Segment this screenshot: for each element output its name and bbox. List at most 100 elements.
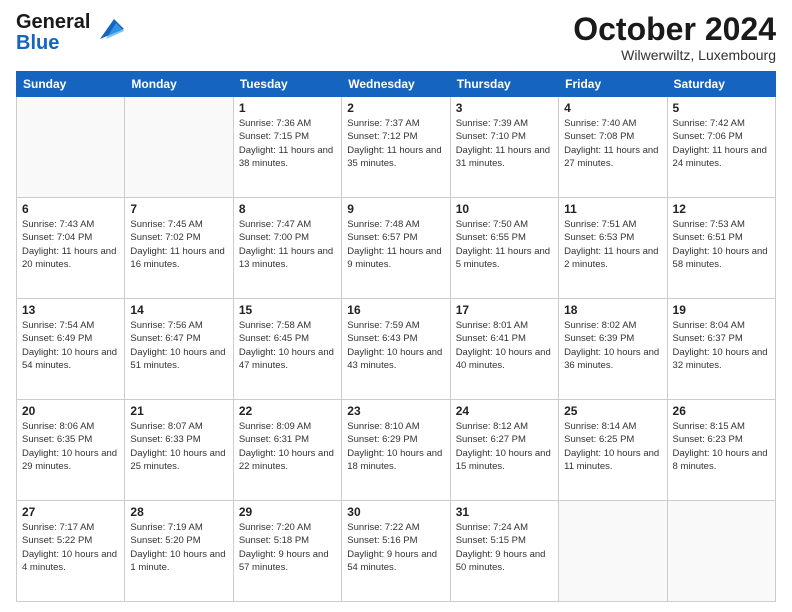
cell-4-3: 22 Sunrise: 8:09 AM Sunset: 6:31 PM Dayli… [233,400,341,501]
cell-2-1: 6 Sunrise: 7:43 AM Sunset: 7:04 PM Daylig… [17,198,125,299]
day-info: Sunrise: 8:02 AM Sunset: 6:39 PM Dayligh… [564,319,661,372]
cell-4-6: 25 Sunrise: 8:14 AM Sunset: 6:25 PM Dayli… [559,400,667,501]
col-header-sunday: Sunday [17,72,125,97]
day-info: Sunrise: 7:22 AM Sunset: 5:16 PM Dayligh… [347,521,444,574]
cell-4-1: 20 Sunrise: 8:06 AM Sunset: 6:35 PM Dayli… [17,400,125,501]
day-info: Sunrise: 7:48 AM Sunset: 6:57 PM Dayligh… [347,218,444,271]
day-info: Sunrise: 7:19 AM Sunset: 5:20 PM Dayligh… [130,521,227,574]
day-info: Sunrise: 7:53 AM Sunset: 6:51 PM Dayligh… [673,218,770,271]
day-number: 24 [456,404,553,418]
day-info: Sunrise: 7:40 AM Sunset: 7:08 PM Dayligh… [564,117,661,170]
day-number: 3 [456,101,553,115]
header: General Blue October 2024 Wilwerwiltz, L… [16,12,776,63]
week-row-1: 1Sunrise: 7:36 AM Sunset: 7:15 PM Daylig… [17,97,776,198]
cell-3-6: 18 Sunrise: 8:02 AM Sunset: 6:39 PM Dayli… [559,299,667,400]
location: Wilwerwiltz, Luxembourg [573,47,776,63]
cell-1-6: 4 Sunrise: 7:40 AM Sunset: 7:08 PM Daylig… [559,97,667,198]
logo-icon [92,15,124,43]
cell-2-4: 9 Sunrise: 7:48 AM Sunset: 6:57 PM Daylig… [342,198,450,299]
day-info: Sunrise: 8:09 AM Sunset: 6:31 PM Dayligh… [239,420,336,473]
day-info: Sunrise: 7:24 AM Sunset: 5:15 PM Dayligh… [456,521,553,574]
calendar-table: SundayMondayTuesdayWednesdayThursdayFrid… [16,71,776,602]
cell-5-1: 27Sunrise: 7:17 AM Sunset: 5:22 PM Dayli… [17,501,125,602]
cell-5-3: 29Sunrise: 7:20 AM Sunset: 5:18 PM Dayli… [233,501,341,602]
day-info: Sunrise: 7:58 AM Sunset: 6:45 PM Dayligh… [239,319,336,372]
day-info: Sunrise: 8:07 AM Sunset: 6:33 PM Dayligh… [130,420,227,473]
day-info: Sunrise: 8:12 AM Sunset: 6:27 PM Dayligh… [456,420,553,473]
cell-3-4: 16Sunrise: 7:59 AM Sunset: 6:43 PM Dayli… [342,299,450,400]
day-number: 11 [564,202,661,216]
day-number: 15 [239,303,336,317]
day-number: 30 [347,505,444,519]
day-info: Sunrise: 7:50 AM Sunset: 6:55 PM Dayligh… [456,218,553,271]
day-number: 8 [239,202,336,216]
day-info: Sunrise: 7:43 AM Sunset: 7:04 PM Dayligh… [22,218,119,271]
day-number: 6 [22,202,119,216]
cell-5-7 [667,501,775,602]
page: General Blue October 2024 Wilwerwiltz, L… [0,0,792,612]
day-number: 10 [456,202,553,216]
cell-1-3: 1Sunrise: 7:36 AM Sunset: 7:15 PM Daylig… [233,97,341,198]
header-row: SundayMondayTuesdayWednesdayThursdayFrid… [17,72,776,97]
day-number: 21 [130,404,227,418]
cell-4-5: 24 Sunrise: 8:12 AM Sunset: 6:27 PM Dayli… [450,400,558,501]
cell-4-2: 21 Sunrise: 8:07 AM Sunset: 6:33 PM Dayli… [125,400,233,501]
day-number: 22 [239,404,336,418]
cell-2-5: 10 Sunrise: 7:50 AM Sunset: 6:55 PM Dayli… [450,198,558,299]
day-info: Sunrise: 8:04 AM Sunset: 6:37 PM Dayligh… [673,319,770,372]
cell-1-7: 5 Sunrise: 7:42 AM Sunset: 7:06 PM Daylig… [667,97,775,198]
day-info: Sunrise: 8:14 AM Sunset: 6:25 PM Dayligh… [564,420,661,473]
day-number: 26 [673,404,770,418]
day-number: 5 [673,101,770,115]
day-info: Sunrise: 8:06 AM Sunset: 6:35 PM Dayligh… [22,420,119,473]
day-number: 29 [239,505,336,519]
cell-5-4: 30 Sunrise: 7:22 AM Sunset: 5:16 PM Dayli… [342,501,450,602]
day-number: 12 [673,202,770,216]
cell-3-2: 14 Sunrise: 7:56 AM Sunset: 6:47 PM Dayli… [125,299,233,400]
cell-1-4: 2 Sunrise: 7:37 AM Sunset: 7:12 PM Daylig… [342,97,450,198]
day-number: 20 [22,404,119,418]
day-number: 2 [347,101,444,115]
cell-2-6: 11 Sunrise: 7:51 AM Sunset: 6:53 PM Dayli… [559,198,667,299]
day-number: 19 [673,303,770,317]
day-number: 16 [347,303,444,317]
col-header-saturday: Saturday [667,72,775,97]
cell-3-7: 19 Sunrise: 8:04 AM Sunset: 6:37 PM Dayli… [667,299,775,400]
col-header-thursday: Thursday [450,72,558,97]
cell-4-7: 26 Sunrise: 8:15 AM Sunset: 6:23 PM Dayli… [667,400,775,501]
day-number: 31 [456,505,553,519]
day-number: 23 [347,404,444,418]
day-info: Sunrise: 7:51 AM Sunset: 6:53 PM Dayligh… [564,218,661,271]
day-number: 14 [130,303,227,317]
day-number: 13 [22,303,119,317]
day-info: Sunrise: 8:10 AM Sunset: 6:29 PM Dayligh… [347,420,444,473]
logo-blue: Blue [16,32,59,54]
day-number: 28 [130,505,227,519]
day-info: Sunrise: 7:47 AM Sunset: 7:00 PM Dayligh… [239,218,336,271]
cell-1-1 [17,97,125,198]
cell-5-6 [559,501,667,602]
day-info: Sunrise: 8:01 AM Sunset: 6:41 PM Dayligh… [456,319,553,372]
day-number: 1 [239,101,336,115]
month-title: October 2024 [573,12,776,47]
week-row-5: 27Sunrise: 7:17 AM Sunset: 5:22 PM Dayli… [17,501,776,602]
day-number: 18 [564,303,661,317]
week-row-4: 20 Sunrise: 8:06 AM Sunset: 6:35 PM Dayli… [17,400,776,501]
day-number: 17 [456,303,553,317]
day-info: Sunrise: 7:37 AM Sunset: 7:12 PM Dayligh… [347,117,444,170]
day-info: Sunrise: 7:54 AM Sunset: 6:49 PM Dayligh… [22,319,119,372]
cell-1-2 [125,97,233,198]
logo: General Blue [16,12,124,54]
day-info: Sunrise: 8:15 AM Sunset: 6:23 PM Dayligh… [673,420,770,473]
cell-3-5: 17 Sunrise: 8:01 AM Sunset: 6:41 PM Dayli… [450,299,558,400]
cell-1-5: 3Sunrise: 7:39 AM Sunset: 7:10 PM Daylig… [450,97,558,198]
title-area: October 2024 Wilwerwiltz, Luxembourg [573,12,776,63]
day-number: 27 [22,505,119,519]
cell-3-3: 15 Sunrise: 7:58 AM Sunset: 6:45 PM Dayli… [233,299,341,400]
day-number: 9 [347,202,444,216]
day-info: Sunrise: 7:56 AM Sunset: 6:47 PM Dayligh… [130,319,227,372]
col-header-tuesday: Tuesday [233,72,341,97]
day-number: 4 [564,101,661,115]
day-info: Sunrise: 7:42 AM Sunset: 7:06 PM Dayligh… [673,117,770,170]
day-number: 25 [564,404,661,418]
